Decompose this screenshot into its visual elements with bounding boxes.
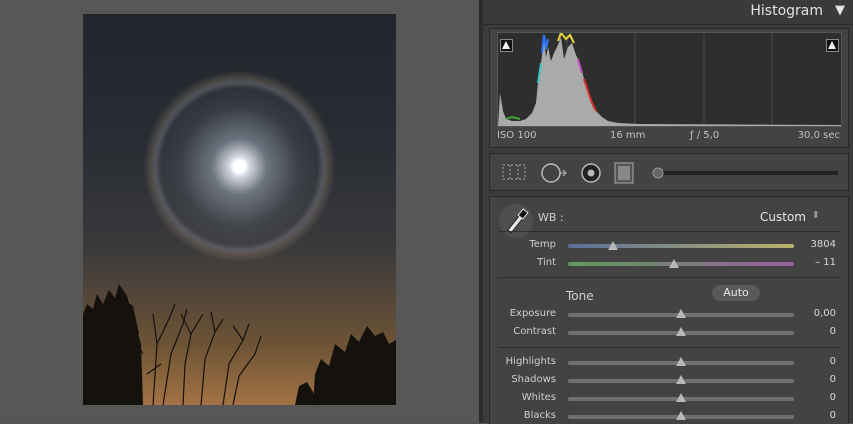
histogram-title: Histogram — [750, 3, 823, 19]
whites-slider-thumb[interactable] — [676, 393, 686, 402]
shadows-value[interactable]: 0 — [796, 374, 836, 385]
updown-arrows-icon[interactable]: ⬍ — [812, 210, 820, 221]
exposure-label: Exposure — [509, 308, 556, 319]
tone-label: Tone — [566, 289, 594, 303]
tool-strip — [489, 153, 849, 191]
focal-length-value: 16 mm — [610, 130, 646, 141]
exposure-value[interactable]: 0,00 — [796, 308, 836, 319]
graduated-filter-icon[interactable] — [612, 162, 636, 184]
highlights-value[interactable]: 0 — [796, 356, 836, 367]
histogram-header[interactable]: Histogram ▼ — [483, 0, 853, 25]
auto-tone-button[interactable]: Auto — [712, 285, 760, 301]
histogram-graph — [497, 31, 842, 127]
temp-label: Temp — [529, 239, 556, 250]
tint-label: Tint — [537, 257, 556, 268]
whites-label: Whites — [521, 392, 556, 403]
exposure-slider-thumb[interactable] — [676, 309, 686, 318]
basic-panel: WB : Custom ⬍ Temp 3804 Tint – 11 Tone A… — [489, 196, 849, 424]
photo-preview[interactable] — [83, 14, 396, 405]
tree-silhouettes — [83, 284, 396, 405]
blacks-label: Blacks — [523, 410, 556, 421]
histogram-curve — [498, 31, 841, 126]
histogram-panel: ISO 100 16 mm ƒ / 5,0 30,0 sec — [489, 28, 849, 148]
separator — [498, 231, 840, 232]
shadow-clipping-toggle[interactable] — [500, 39, 513, 52]
blacks-value[interactable]: 0 — [796, 410, 836, 421]
temp-value[interactable]: 3804 — [796, 239, 836, 250]
highlights-label: Highlights — [505, 356, 556, 367]
contrast-slider-thumb[interactable] — [676, 327, 686, 336]
shutter-value: 30,0 sec — [797, 130, 840, 141]
red-eye-icon[interactable] — [580, 162, 602, 184]
develop-right-panel: Histogram ▼ ISO 100 16 mm ƒ / 5,0 30,0 s… — [483, 0, 853, 424]
temp-slider-thumb[interactable] — [608, 241, 619, 250]
eyedropper-icon[interactable] — [498, 203, 534, 239]
highlights-slider-thumb[interactable] — [676, 357, 686, 366]
tint-slider[interactable] — [568, 262, 794, 266]
blacks-slider-thumb[interactable] — [676, 411, 686, 420]
wb-label: WB : — [538, 211, 564, 224]
spot-removal-icon[interactable] — [540, 162, 568, 184]
wb-preset-dropdown[interactable]: Custom — [760, 210, 806, 224]
whites-value[interactable]: 0 — [796, 392, 836, 403]
contrast-value[interactable]: 0 — [796, 326, 836, 337]
aperture-value: ƒ / 5,0 — [690, 130, 720, 141]
shadows-label: Shadows — [511, 374, 556, 385]
contrast-label: Contrast — [513, 326, 556, 337]
separator — [498, 277, 840, 278]
iso-value: ISO 100 — [497, 130, 537, 141]
photo-viewer — [0, 0, 479, 423]
highlight-clipping-toggle[interactable] — [826, 39, 839, 52]
adjustment-brush-slider[interactable] — [648, 162, 842, 184]
tint-value[interactable]: – 11 — [796, 257, 836, 268]
temp-slider[interactable] — [568, 244, 794, 248]
shadows-slider-thumb[interactable] — [676, 375, 686, 384]
separator — [498, 347, 840, 348]
tint-slider-thumb[interactable] — [669, 259, 680, 268]
triangle-down-icon[interactable]: ▼ — [835, 3, 845, 18]
crop-overlay-icon[interactable] — [500, 162, 528, 182]
